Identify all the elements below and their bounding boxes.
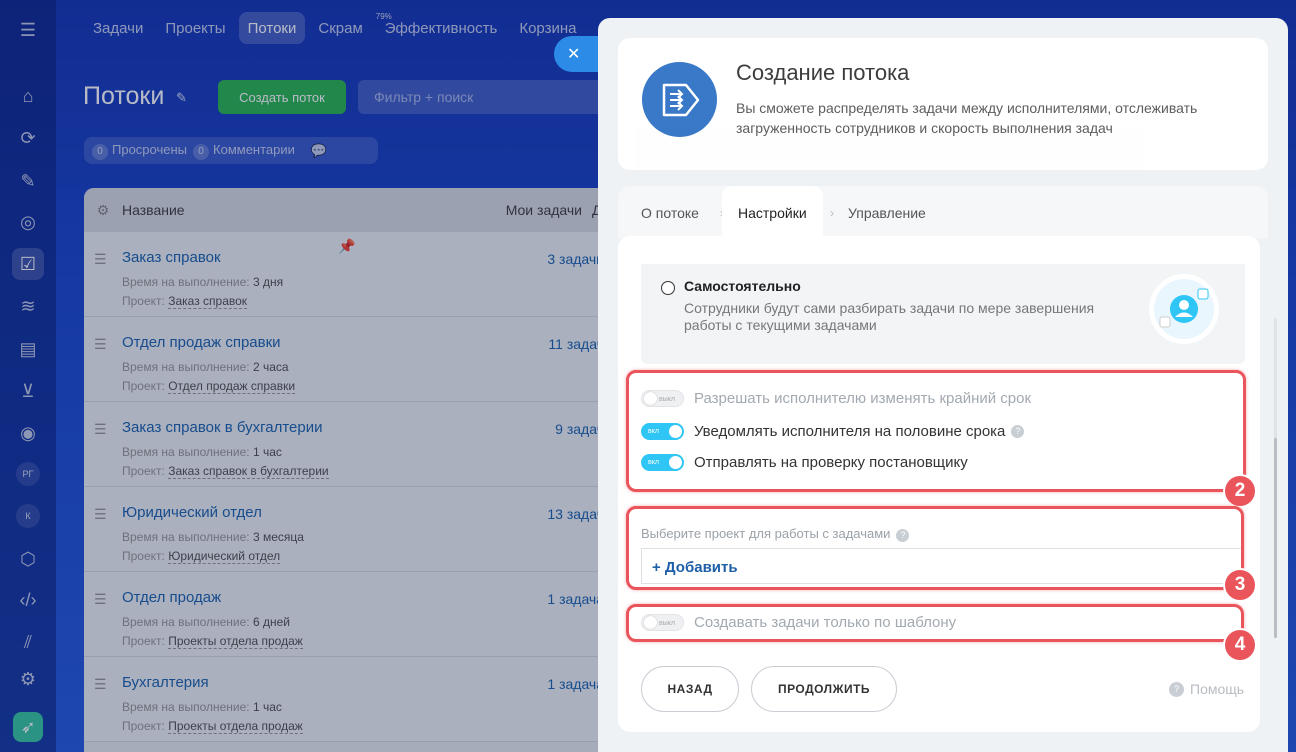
scrollbar-thumb[interactable]	[1274, 438, 1277, 638]
distribution-option[interactable]: Самостоятельно Сотрудники будут сами раз…	[641, 264, 1245, 364]
callout-2: 2	[1223, 474, 1257, 508]
help-icon: ?	[1169, 681, 1184, 697]
help-link-label: Помощь	[1190, 681, 1245, 697]
callout-3: 3	[1223, 568, 1257, 602]
close-icon: ✕	[567, 46, 581, 63]
option-description: Сотрудники будут сами разбирать задачи п…	[684, 300, 1095, 333]
option-title: Самостоятельно	[684, 278, 801, 294]
slider-title: Создание потока	[736, 60, 910, 85]
tab-about[interactable]: О потоке	[641, 186, 699, 238]
help-link[interactable]: ? Помощь	[1169, 681, 1244, 697]
callout-4: 4	[1223, 628, 1257, 662]
slider-tabs: О потоке › Настройки › Управление	[618, 186, 1268, 238]
continue-button[interactable]: ПРОДОЛЖИТЬ	[751, 666, 897, 712]
tab-settings[interactable]: Настройки	[722, 186, 823, 238]
back-button[interactable]: НАЗАД	[641, 666, 739, 712]
highlight-box-2	[626, 370, 1246, 492]
slider-description: Вы сможете распределять задачи между исп…	[736, 100, 1198, 136]
tab-separator: ›	[830, 206, 834, 220]
user-illustration-icon	[1149, 274, 1219, 344]
highlight-box-3	[626, 506, 1244, 590]
self-assign-radio[interactable]	[661, 281, 675, 295]
highlight-box-4	[626, 604, 1244, 642]
hero-header: Создание потока Вы сможете распределять …	[618, 38, 1268, 170]
flow-icon	[642, 62, 717, 137]
tab-management[interactable]: Управление	[848, 186, 926, 238]
close-slider-button[interactable]: ✕	[554, 36, 604, 72]
